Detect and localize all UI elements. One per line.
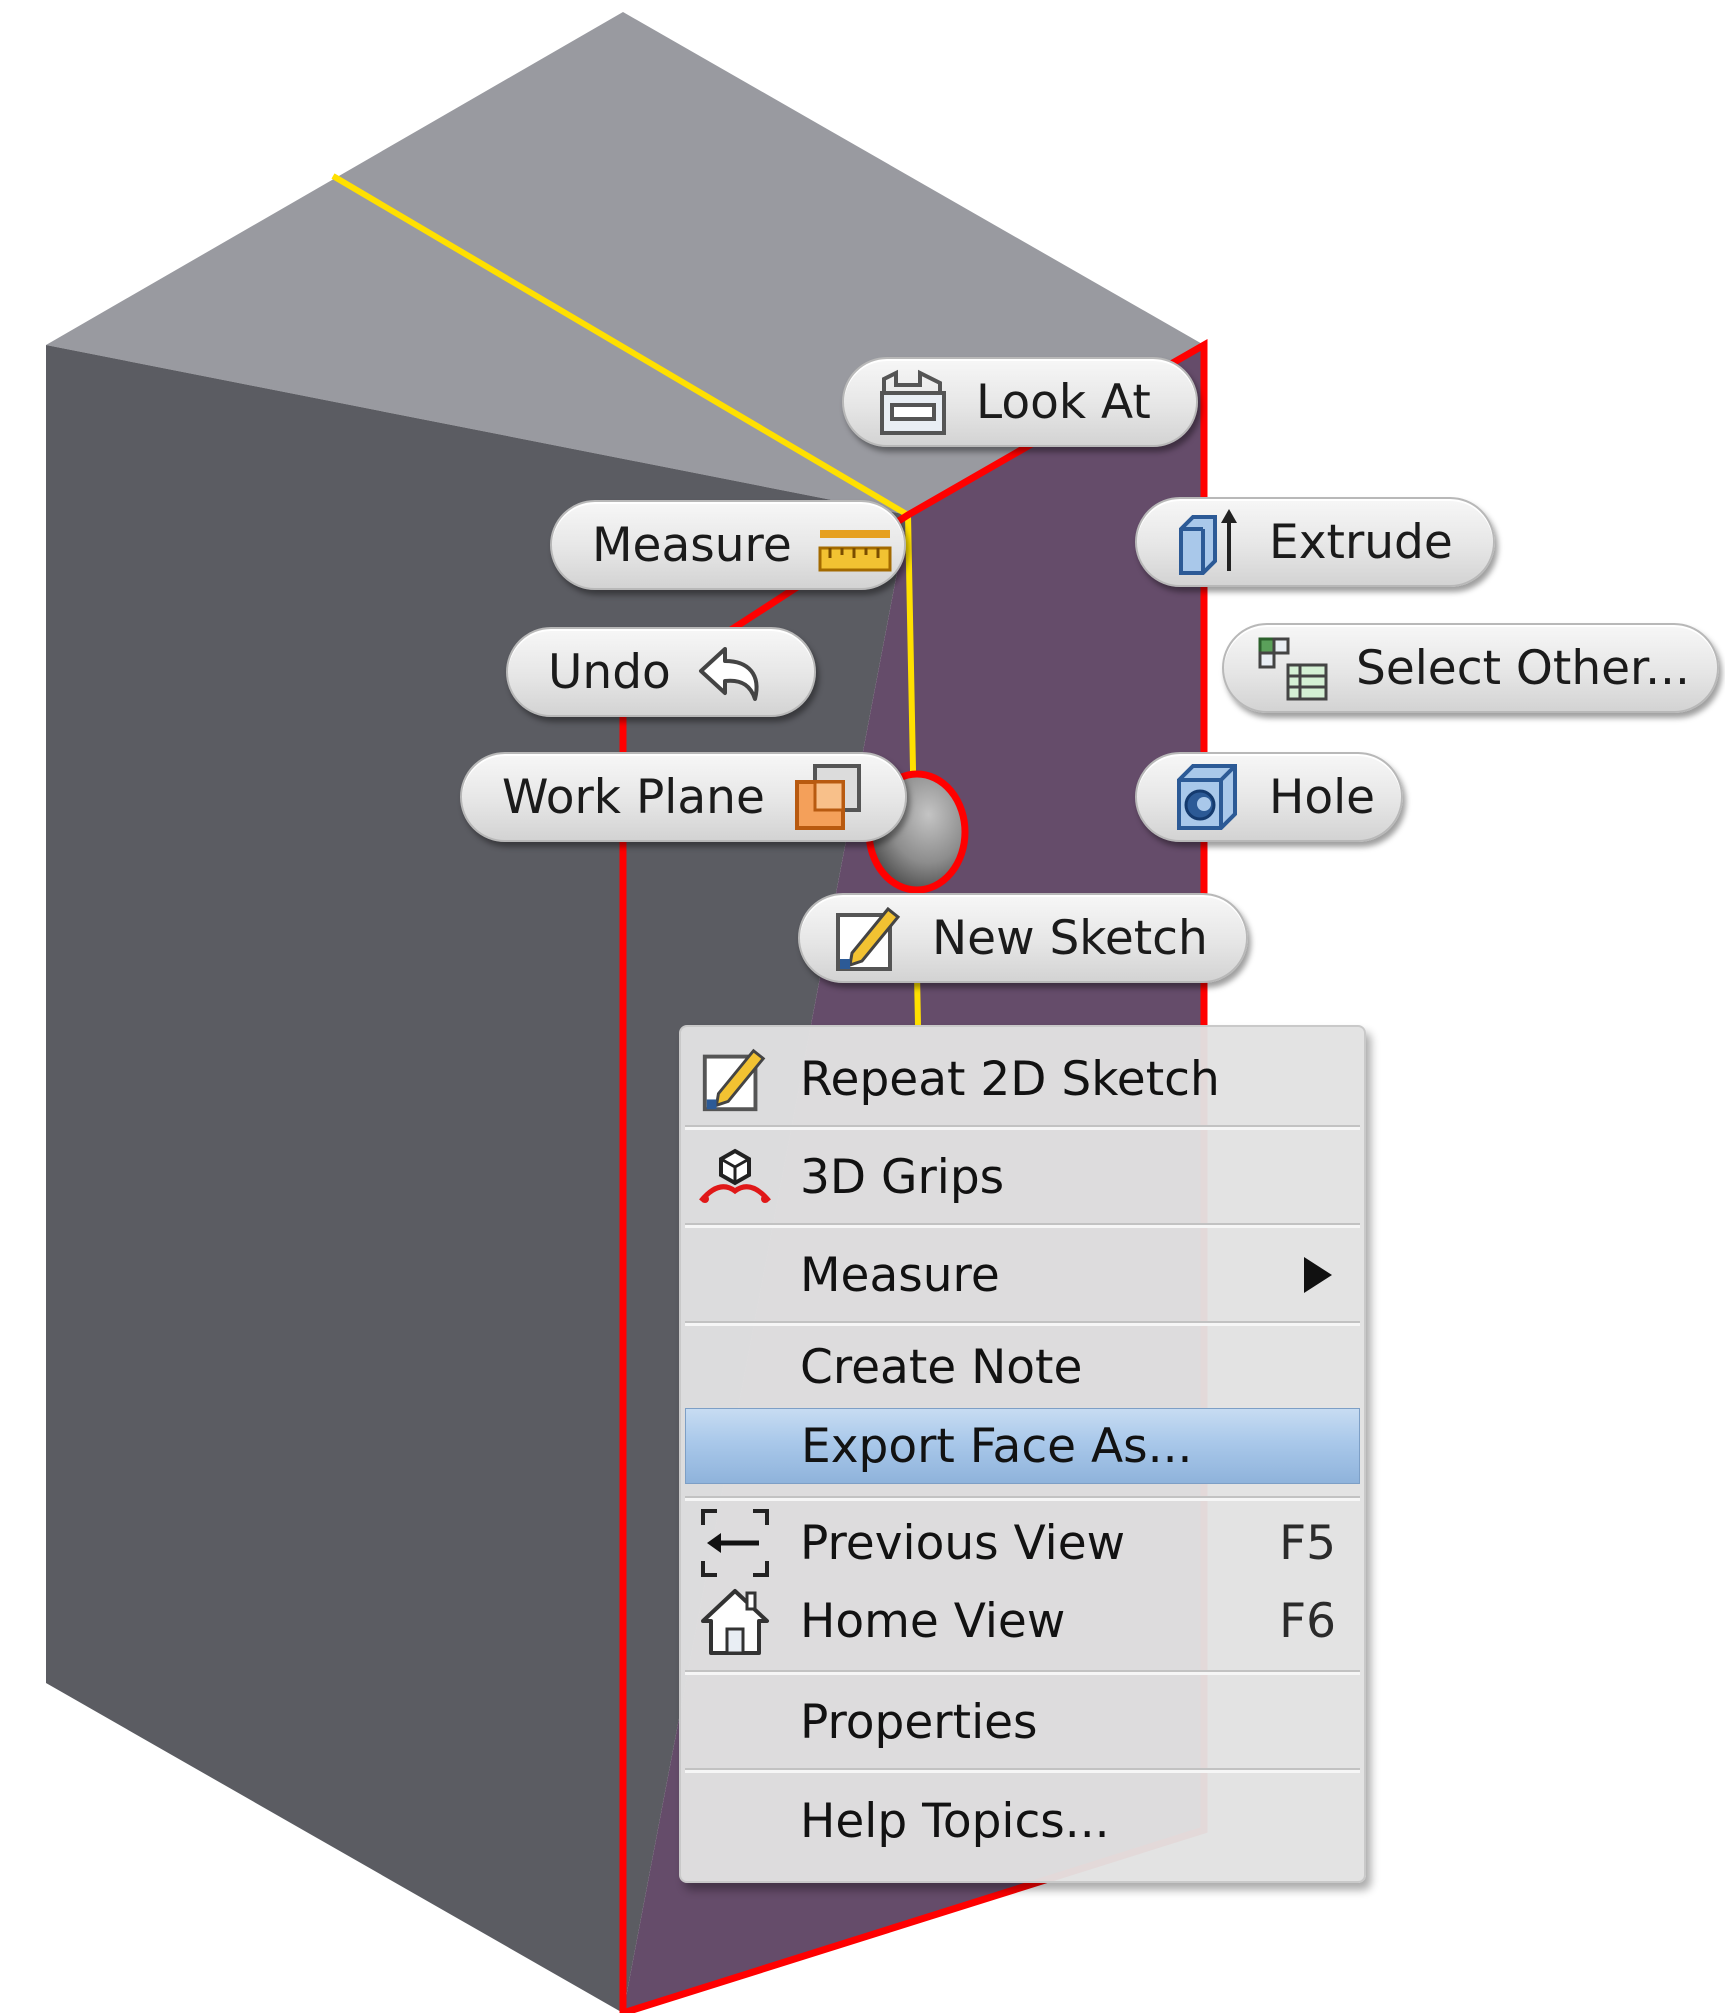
- work-plane-button[interactable]: Work Plane: [460, 752, 907, 842]
- menu-item-help-topics[interactable]: Help Topics...: [685, 1776, 1360, 1866]
- menu-separator: [685, 1768, 1360, 1773]
- menu-item-3d-grips[interactable]: 3D Grips: [685, 1133, 1360, 1221]
- menu-item-create-note[interactable]: Create Note: [685, 1329, 1360, 1405]
- menu-separator: [685, 1496, 1360, 1501]
- menu-item-properties[interactable]: Properties: [685, 1678, 1360, 1766]
- menu-item-label: Previous View: [800, 1515, 1126, 1571]
- menu-item-label: Measure: [800, 1247, 1000, 1303]
- menu-item-label: Home View: [800, 1593, 1066, 1649]
- measure-button[interactable]: Measure: [550, 500, 906, 590]
- undo-arrow-icon: [695, 635, 773, 709]
- ruler-icon: [816, 508, 894, 582]
- previous-view-icon: [697, 1505, 773, 1581]
- menu-separator: [685, 1223, 1360, 1228]
- home-view-icon: [697, 1583, 773, 1659]
- look-at-label: Look At: [976, 374, 1151, 430]
- select-other-button[interactable]: Select Other...: [1222, 623, 1719, 713]
- menu-item-export-face-as[interactable]: Export Face As...: [685, 1408, 1360, 1484]
- menu-item-shortcut: F6: [1279, 1593, 1336, 1649]
- look-at-button[interactable]: Look At: [842, 357, 1198, 447]
- menu-item-label: Help Topics...: [800, 1793, 1110, 1849]
- new-sketch-button[interactable]: New Sketch: [798, 893, 1248, 983]
- measure-label: Measure: [592, 517, 792, 573]
- hole-icon: [1167, 760, 1245, 834]
- menu-item-label: Repeat 2D Sketch: [800, 1051, 1220, 1107]
- menu-separator: [685, 1321, 1360, 1326]
- menu-item-shortcut: F5: [1279, 1515, 1336, 1571]
- menu-item-label: Export Face As...: [801, 1418, 1193, 1474]
- menu-separator: [685, 1125, 1360, 1130]
- menu-item-measure[interactable]: Measure: [685, 1231, 1360, 1319]
- hole-label: Hole: [1269, 769, 1376, 825]
- extrude-label: Extrude: [1269, 514, 1453, 570]
- 3d-grips-icon: [697, 1139, 773, 1215]
- submenu-arrow-icon: [1304, 1257, 1332, 1293]
- extrude-button[interactable]: Extrude: [1135, 497, 1495, 587]
- select-other-icon: [1254, 631, 1332, 705]
- look-at-icon: [874, 365, 952, 439]
- undo-button[interactable]: Undo: [506, 627, 816, 717]
- new-sketch-icon: [830, 901, 908, 975]
- menu-item-repeat-2d-sketch[interactable]: Repeat 2D Sketch: [685, 1035, 1360, 1123]
- select-other-label: Select Other...: [1356, 640, 1690, 696]
- new-sketch-label: New Sketch: [932, 910, 1208, 966]
- work-plane-icon: [789, 760, 867, 834]
- context-menu: Repeat 2D Sketch 3D Grips Measure Create…: [679, 1025, 1366, 1883]
- menu-item-previous-view[interactable]: Previous View F5: [685, 1504, 1360, 1582]
- extrude-icon: [1167, 505, 1245, 579]
- menu-item-home-view[interactable]: Home View F6: [685, 1582, 1360, 1660]
- menu-separator: [685, 1670, 1360, 1675]
- hole-button[interactable]: Hole: [1135, 752, 1403, 842]
- sketch-pencil-icon: [697, 1041, 773, 1117]
- undo-label: Undo: [548, 644, 671, 700]
- menu-item-label: Create Note: [800, 1339, 1083, 1395]
- menu-item-label: Properties: [800, 1694, 1038, 1750]
- work-plane-label: Work Plane: [502, 769, 765, 825]
- menu-item-label: 3D Grips: [800, 1149, 1005, 1205]
